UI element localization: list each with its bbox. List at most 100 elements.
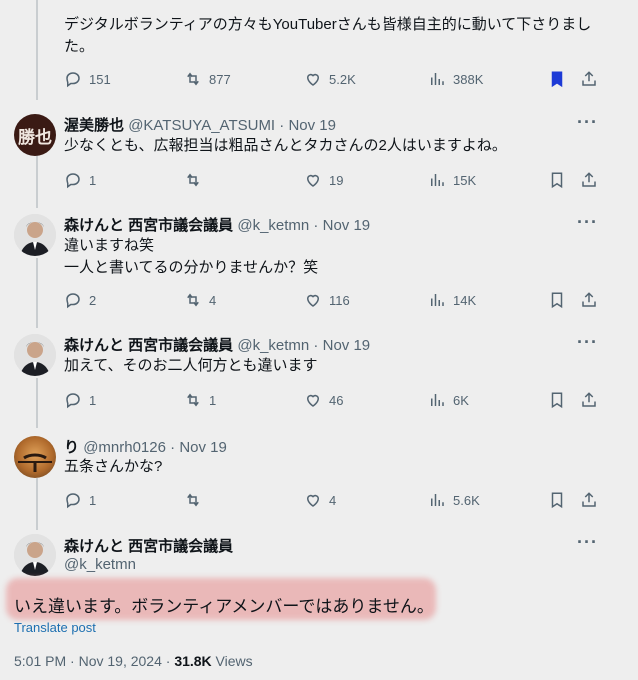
more-options-button[interactable]: ··· — [577, 212, 598, 233]
like-button[interactable]: 19 — [304, 170, 343, 190]
author-name[interactable]: り — [64, 439, 79, 456]
views-button[interactable]: 14K — [428, 290, 476, 310]
like-button[interactable]: 4 — [304, 490, 336, 510]
share-button[interactable] — [580, 290, 598, 310]
tweet-body: 違いますね笑 — [64, 237, 155, 254]
share-button[interactable] — [580, 490, 598, 510]
reply-icon — [66, 72, 80, 88]
retweet-count: 1 — [209, 392, 217, 408]
tweet[interactable]: 勝也 渥美勝也 @KATSUYA_ATSUMI · Nov 19 ··· 少なく… — [0, 100, 638, 204]
tweet-header: 森けんと 西宮市議会議員 @k_ketmn · Nov 19 — [64, 214, 370, 235]
views-button[interactable]: 6K — [428, 390, 469, 410]
avatar[interactable] — [14, 436, 56, 478]
person-avatar-icon — [14, 214, 56, 256]
avatar[interactable]: 勝也 — [14, 114, 56, 156]
reply-button[interactable]: 1 — [64, 390, 96, 410]
avatar[interactable] — [14, 334, 56, 376]
tweet-body: 加えて、そのお二人何方とも違います — [64, 357, 318, 374]
share-icon — [582, 492, 596, 507]
tweet[interactable]: 森けんと 西宮市議会議員 @k_ketmn · Nov 19 ··· 加えて、そ… — [0, 324, 638, 428]
share-icon — [582, 172, 596, 187]
bookmark-button[interactable] — [548, 390, 566, 410]
like-button[interactable]: 116 — [304, 290, 350, 310]
retweet-button[interactable] — [184, 490, 209, 510]
share-icon — [582, 71, 596, 86]
tweet-timestamp[interactable]: 5:01 PM · Nov 19, 2024 · — [14, 653, 174, 669]
views-count: 6K — [453, 392, 469, 408]
reply-count: 1 — [89, 392, 97, 408]
author-name[interactable]: 森けんと 西宮市議会議員 — [64, 538, 233, 555]
bookmark-icon — [551, 292, 563, 309]
reply-button[interactable]: 2 — [64, 290, 96, 310]
author-name[interactable]: 渥美勝也 — [64, 117, 124, 134]
tweet-date[interactable]: Nov 19 — [179, 439, 227, 456]
translate-post-link[interactable]: Translate post — [14, 620, 96, 635]
reply-icon — [66, 173, 80, 189]
author-handle[interactable]: @KATSUYA_ATSUMI — [128, 117, 275, 134]
separator: · — [165, 439, 180, 456]
retweet-button[interactable]: 877 — [184, 69, 231, 89]
reply-count: 2 — [89, 292, 97, 308]
share-icon — [582, 392, 596, 407]
tweet-date[interactable]: Nov 19 — [323, 337, 371, 354]
bookmark-button[interactable] — [548, 290, 566, 310]
views-count: 15K — [453, 172, 477, 188]
avatar-text: 勝也 — [18, 127, 52, 148]
views-button[interactable]: 5.6K — [428, 490, 480, 510]
reply-button[interactable]: 151 — [64, 69, 111, 89]
tree-silhouette-icon — [18, 453, 52, 472]
more-options-button[interactable]: ··· — [577, 532, 598, 553]
tweet-date[interactable]: Nov 19 — [288, 117, 336, 134]
retweet-button[interactable] — [184, 170, 209, 190]
author-handle[interactable]: @mnrh0126 — [83, 439, 166, 456]
share-button[interactable] — [580, 69, 598, 89]
like-button[interactable]: 5.2K — [304, 69, 356, 89]
retweet-button[interactable]: 4 — [184, 290, 216, 310]
avatar[interactable] — [14, 534, 56, 576]
avatar[interactable] — [14, 214, 56, 256]
views-button[interactable]: 388K — [428, 69, 483, 89]
author-handle[interactable]: @k_ketmn — [237, 217, 309, 234]
bookmark-button[interactable] — [548, 490, 566, 510]
like-button[interactable]: 46 — [304, 390, 343, 410]
author-name[interactable]: 森けんと 西宮市議会議員 — [64, 217, 233, 234]
retweet-button[interactable]: 1 — [184, 390, 216, 410]
views-count: 14K — [453, 292, 477, 308]
reply-icon — [66, 293, 80, 309]
bar-chart-icon — [431, 73, 444, 85]
author-name[interactable]: 森けんと 西宮市議会議員 — [64, 337, 233, 354]
tweet[interactable]: 森けんと 西宮市議会議員 @k_ketmn · Nov 19 ··· 違いますね… — [0, 204, 638, 324]
share-button[interactable] — [580, 390, 598, 410]
retweet-icon — [187, 293, 199, 307]
tweet-body: 少なくとも、広報担当は粗品さんとタカさんの2人はいますよね。 — [64, 137, 507, 154]
share-button[interactable] — [580, 170, 598, 190]
separator: · — [309, 337, 323, 354]
heart-icon — [306, 394, 320, 407]
reply-button[interactable]: 1 — [64, 170, 96, 190]
like-count: 4 — [329, 492, 337, 508]
author-handle[interactable]: @k_ketmn — [237, 337, 309, 354]
retweet-count: 4 — [209, 292, 217, 308]
tweet-actions: 1 19 15K — [64, 170, 604, 190]
tweet-timestamp-line: 5:01 PM · Nov 19, 2024 · 31.8K Views — [14, 653, 253, 669]
tweet-date[interactable]: Nov 19 — [323, 217, 371, 234]
more-options-button[interactable]: ··· — [577, 112, 598, 133]
bookmark-button[interactable] — [548, 170, 566, 190]
separator: · — [309, 217, 323, 234]
tweet-actions: 2 4 116 14K — [64, 290, 604, 310]
reply-button[interactable]: 1 — [64, 490, 96, 510]
bookmark-icon — [551, 492, 563, 509]
retweet-count: 877 — [209, 71, 231, 87]
like-count: 5.2K — [329, 71, 356, 87]
tweet-handle-line: @k_ketmn — [64, 556, 136, 573]
author-handle[interactable]: @k_ketmn — [64, 556, 136, 573]
tweet[interactable]: デジタルボランティアの方々もYouTuberさんも皆様自主的に動いて下さりました… — [0, 0, 638, 100]
like-count: 46 — [329, 392, 344, 408]
views-button[interactable]: 15K — [428, 170, 476, 190]
tweet-actions: 1 4 5.6K — [64, 490, 604, 510]
bookmark-button[interactable] — [548, 69, 566, 89]
retweet-icon — [187, 393, 199, 407]
tweet[interactable]: り @mnrh0126 · Nov 19 五条さんかな? 1 4 5.6K — [0, 428, 638, 532]
bar-chart-icon — [431, 174, 444, 186]
more-options-button[interactable]: ··· — [577, 332, 598, 353]
